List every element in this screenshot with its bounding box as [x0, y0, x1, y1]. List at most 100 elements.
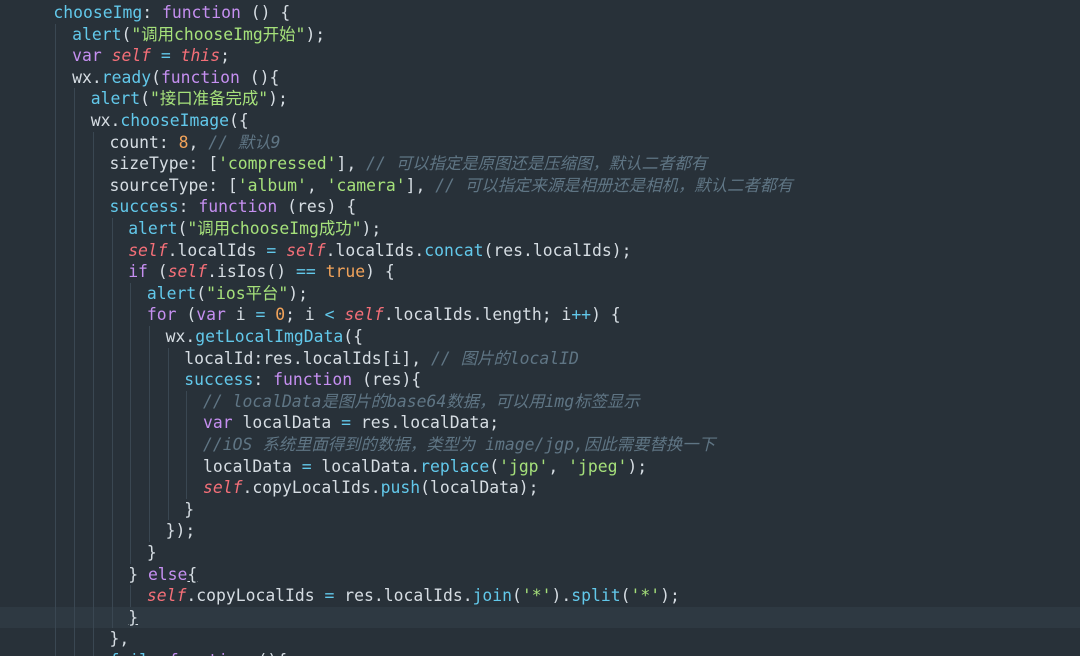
code-token: ); [361, 219, 382, 238]
indent-guide [55, 282, 57, 305]
code-editor[interactable]: chooseImg: function () {alert("调用chooseI… [0, 0, 1080, 656]
indent-guide [111, 218, 113, 240]
code-token: self [111, 46, 152, 66]
code-line[interactable]: //iOS 系统里面得到的数据，类型为 image/jgp,因此需要替换一下 [0, 434, 1080, 456]
code-token: localData. [311, 456, 421, 476]
indent-guide [111, 369, 113, 391]
indent-guide [55, 239, 57, 262]
code-token: . [91, 67, 102, 87]
code-token: = [301, 456, 312, 476]
indent-guide [111, 239, 113, 262]
code-line[interactable]: success: function (res){ [0, 369, 1080, 391]
code-token: sizeType [109, 154, 189, 174]
code-line[interactable]: localId:res.localIds[i], // 图片的localID [0, 347, 1080, 370]
code-line[interactable]: // localData是图片的base64数据，可以用img标签显示 [0, 390, 1080, 413]
indent-guide [111, 304, 113, 326]
indent-guide [55, 369, 57, 391]
indent-guide [55, 520, 57, 542]
code-line[interactable]: count: 8, // 默认9 [0, 131, 1080, 154]
code-token: ); [288, 283, 308, 303]
code-line[interactable]: fail: function (){ [0, 650, 1080, 656]
indent-guide [130, 347, 132, 370]
code-line[interactable]: var localData = res.localData; [0, 412, 1080, 434]
code-token: ; [220, 46, 231, 66]
code-line[interactable]: } [0, 606, 1080, 629]
indent-guide [92, 390, 94, 413]
indent-guide [167, 477, 169, 499]
code-token: , [548, 456, 569, 476]
code-token: function [273, 370, 353, 390]
code-token: else [147, 564, 188, 584]
code-text: alert("接口准备完成"); [91, 88, 288, 110]
code-token: push [380, 478, 421, 498]
indent-guide [148, 369, 150, 391]
indent-guide [186, 477, 188, 499]
indent-guide [55, 110, 57, 132]
code-line[interactable]: alert("调用chooseImg开始"); [0, 23, 1080, 46]
indent-guide [186, 412, 188, 434]
code-text: localData = localData.replace('jgp', 'jp… [203, 456, 647, 478]
indent-guide [55, 498, 57, 521]
code-token: "ios平台" [206, 283, 289, 303]
code-line[interactable]: }); [0, 520, 1080, 542]
code-token: :res.localIds[i], [253, 348, 431, 368]
code-line[interactable]: success: function (res) { [0, 196, 1080, 218]
indent-guide [130, 282, 132, 305]
code-token: this [180, 46, 221, 66]
code-token: .localIds.length; i [383, 305, 572, 325]
code-line[interactable]: alert("ios平台"); [0, 282, 1080, 305]
code-line[interactable]: alert("接口准备完成"); [0, 88, 1080, 110]
code-token: : [149, 651, 169, 656]
code-text: var localData = res.localData; [203, 412, 499, 434]
code-line[interactable]: sourceType: ['album', 'camera'], // 可以指定… [0, 174, 1080, 197]
code-line[interactable]: wx.ready(function (){ [0, 66, 1080, 89]
code-line[interactable]: var self = this; [0, 45, 1080, 67]
code-text: } [147, 542, 157, 564]
code-token: "调用chooseImg开始" [131, 24, 306, 44]
code-token: ( [151, 67, 161, 87]
code-line[interactable]: wx.chooseImage({ [0, 110, 1080, 132]
code-token: alert [90, 89, 141, 109]
code-line[interactable]: } [0, 498, 1080, 521]
code-line[interactable]: } [0, 542, 1080, 564]
code-token: replace [420, 456, 490, 476]
indent-guide [55, 606, 57, 629]
code-line[interactable]: alert("调用chooseImg成功"); [0, 218, 1080, 240]
code-token: ). [551, 586, 572, 606]
code-line[interactable]: }, [0, 628, 1080, 650]
indent-guide [74, 110, 76, 132]
indent-guide [111, 585, 113, 607]
code-token: = [324, 586, 335, 606]
indent-guide [92, 498, 94, 521]
code-line[interactable]: chooseImg: function () { [0, 2, 1080, 24]
code-token: : [178, 197, 199, 217]
code-line[interactable]: for (var i = 0; i < self.localIds.length… [0, 304, 1080, 326]
indent-guide [130, 585, 132, 607]
code-line[interactable]: if (self.isIos() == true) { [0, 261, 1080, 283]
code-token: () { [240, 3, 291, 22]
indent-guide [148, 434, 150, 456]
code-token: true [325, 262, 366, 282]
code-line[interactable]: self.copyLocalIds.push(localData); [0, 477, 1080, 499]
code-line[interactable]: self.localIds = self.localIds.concat(res… [0, 239, 1080, 262]
code-token: localId [184, 348, 254, 368]
code-line[interactable]: sizeType: ['compressed'], // 可以指定是原图还是压缩… [0, 153, 1080, 175]
code-token: = [341, 413, 352, 433]
indent-guide [130, 542, 132, 564]
code-text: //iOS 系统里面得到的数据，类型为 image/jgp,因此需要替换一下 [203, 434, 715, 456]
code-token: : [142, 3, 162, 22]
code-line[interactable]: } else{ [0, 563, 1080, 586]
indent-guide [55, 174, 57, 197]
code-text: } [184, 499, 194, 521]
indent-guide [74, 542, 76, 564]
indent-guide [148, 520, 150, 542]
code-line[interactable]: wx.getLocalImgData({ [0, 326, 1080, 348]
code-line[interactable]: localData = localData.replace('jgp', 'jp… [0, 455, 1080, 478]
indent-guide [92, 174, 94, 197]
indent-guide [74, 628, 76, 650]
code-text: count: 8, // 默认9 [110, 132, 281, 154]
code-line[interactable]: self.copyLocalIds = res.localIds.join('*… [0, 585, 1080, 607]
indent-guide [55, 347, 57, 370]
code-token: .localIds. [325, 240, 425, 260]
